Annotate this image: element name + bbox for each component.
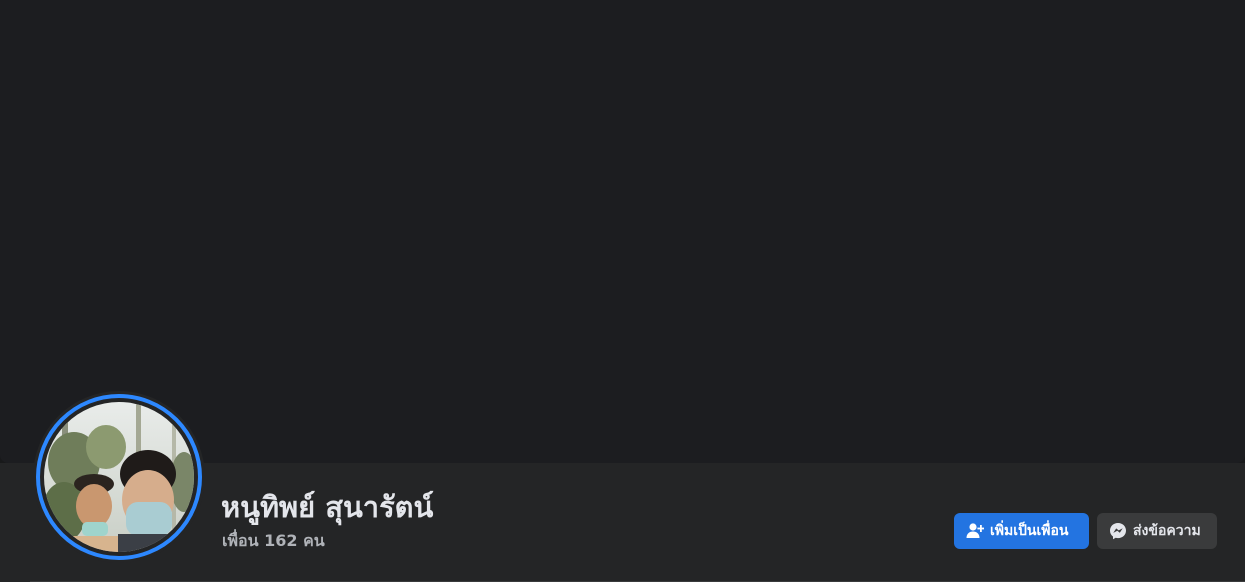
message-button[interactable]: ส่งข้อความ	[1097, 513, 1217, 549]
add-friend-icon	[966, 522, 984, 540]
story-ring	[36, 394, 202, 560]
add-friend-label: เพิ่มเป็นเพื่อน	[990, 523, 1069, 539]
message-label: ส่งข้อความ	[1133, 523, 1201, 539]
cover-photo[interactable]	[0, 0, 1245, 463]
add-friend-button[interactable]: เพิ่มเป็นเพื่อน	[954, 513, 1089, 549]
profile-picture[interactable]	[33, 391, 205, 563]
friend-count[interactable]: เพื่อน 162 คน	[222, 529, 325, 554]
profile-name: หนูทิพย์ สุนารัตน์	[221, 490, 434, 524]
messenger-icon	[1109, 522, 1127, 540]
avatar-photo	[44, 402, 194, 552]
avatar[interactable]	[44, 402, 194, 552]
profile-page: หนูทิพย์ สุนารัตน์ เพื่อน 162 คน เพิ่มเป…	[0, 0, 1245, 582]
